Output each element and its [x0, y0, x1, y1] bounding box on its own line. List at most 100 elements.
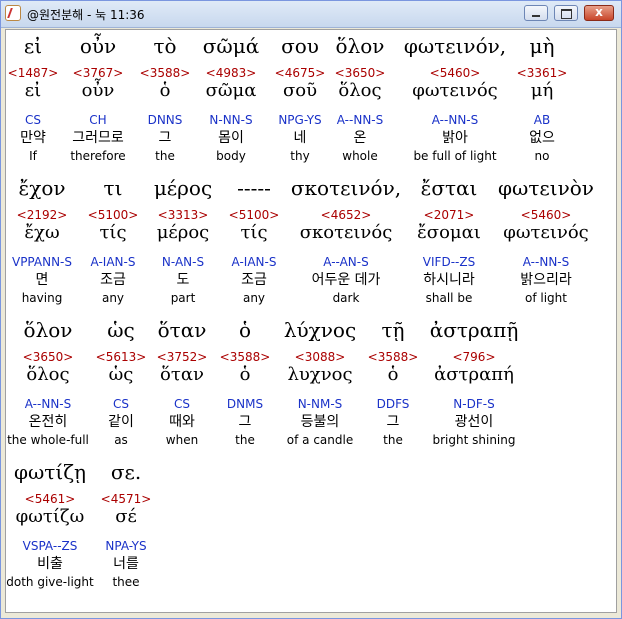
greek-lemma: οὖν [81, 80, 115, 101]
strong-number: <5613> [95, 350, 147, 364]
word-cell[interactable]: ὅλον <3650> ὅλος A--NN-S 온전히 the whole-f… [6, 318, 90, 452]
korean-gloss: 그러므로 [72, 130, 124, 146]
verse-analysis-panel: εἰ <1487> εἰ CS 만약 If οὖν <3767> οὖν CH … [5, 29, 617, 613]
greek-word: τὸ [153, 34, 177, 58]
minimize-button[interactable] [524, 5, 548, 21]
word-cell[interactable]: οὖν <3767> οὖν CH 그러므로 therefore [62, 34, 134, 168]
greek-word: σκοτεινόν, [290, 176, 402, 200]
greek-lemma: ὁ [159, 80, 171, 101]
english-gloss: the [155, 149, 175, 163]
word-cell[interactable]: μέρος <3313> μέρος N-AN-S 도 part [150, 176, 216, 310]
greek-word: λύχνος [283, 318, 357, 342]
greek-lemma: εἰ [24, 80, 42, 101]
strong-number: <3650> [22, 350, 74, 364]
korean-gloss: 너를 [113, 556, 139, 572]
word-cell[interactable]: σκοτεινόν, <4652> σκοτεινός A--AN-S 어두운 … [290, 176, 402, 310]
morphology-code: A--NN-S [522, 255, 570, 269]
greek-lemma: ὅλος [338, 80, 382, 101]
greek-word: ἔσται [420, 176, 478, 200]
korean-gloss: 조금 [241, 272, 267, 288]
strong-number: <2192> [16, 208, 68, 222]
strong-number: <3313> [157, 208, 209, 222]
korean-gloss: 온전히 [28, 414, 68, 430]
word-cell[interactable]: σῶμά <4983> σῶμα N-NN-S 몸이 body [194, 34, 268, 168]
morphology-code: VSPA--ZS [22, 539, 78, 553]
greek-word: ὁ [238, 318, 252, 342]
strong-number: <796> [452, 350, 496, 364]
english-gloss: of a candle [286, 433, 354, 447]
greek-word: σῶμά [202, 34, 260, 58]
strong-number: <3588> [367, 350, 419, 364]
word-cell[interactable]: σε. <4571> σέ NPA-YS 너를 thee [98, 460, 154, 594]
word-cell[interactable]: λύχνος <3088> λυχνος N-NM-S 등불의 of a can… [274, 318, 366, 452]
morphology-code: NPA-YS [105, 539, 147, 553]
word-cell[interactable]: ἀστραπῇ <796> ἀστραπή N-DF-S 광선이 bright … [424, 318, 524, 452]
greek-lemma: μή [530, 80, 554, 101]
greek-lemma: σέ [115, 506, 137, 527]
english-gloss: body [216, 149, 246, 163]
word-cell[interactable]: εἰ <1487> εἰ CS 만약 If [6, 34, 60, 168]
greek-word: φωτίζῃ [13, 460, 87, 484]
word-cell[interactable]: φωτεινὸν <5460> φωτεινός A--NN-S 밝으리라 of… [494, 176, 598, 310]
strong-number: <3752> [156, 350, 208, 364]
greek-word: μέρος [153, 176, 213, 200]
word-cell[interactable]: ἔσται <2071> ἔσομαι VIFD--ZS 하시니라 shall … [404, 176, 494, 310]
word-cell[interactable]: τι <5100> τίς A-IAN-S 조금 any [82, 176, 144, 310]
korean-gloss: 조금 [100, 272, 126, 288]
maximize-button[interactable] [554, 5, 578, 21]
app-icon[interactable] [5, 5, 21, 21]
english-gloss: part [170, 291, 196, 305]
greek-lemma: λυχνος [287, 364, 353, 385]
strong-number: <5100> [87, 208, 139, 222]
word-cell[interactable]: ----- <5100> τίς A-IAN-S 조금 any [222, 176, 286, 310]
greek-lemma: φωτεινός [412, 80, 498, 101]
greek-lemma: ὡς [108, 364, 134, 385]
close-button[interactable]: x [584, 5, 614, 21]
word-cell[interactable]: ὅλον <3650> ὅλος A--NN-S 온 whole [328, 34, 392, 168]
greek-word: ----- [237, 176, 271, 200]
greek-word: ἀστραπῇ [429, 318, 519, 342]
word-cell[interactable]: ὡς <5613> ὡς CS 같이 as [92, 318, 150, 452]
english-gloss: of light [525, 291, 567, 305]
english-gloss: thy [290, 149, 310, 163]
greek-word: φωτεινὸν [498, 176, 594, 200]
word-cell[interactable]: φωτεινόν, <5460> φωτεινός A--NN-S 밝아 be … [398, 34, 512, 168]
strong-number: <3650> [334, 66, 386, 80]
word-cell[interactable]: τῇ <3588> ὁ DDFS 그 the [366, 318, 420, 452]
korean-gloss: 광선이 [454, 414, 494, 430]
greek-word: οὖν [79, 34, 117, 58]
morphology-code: A-IAN-S [231, 255, 277, 269]
english-gloss: when [165, 433, 199, 447]
english-gloss: no [534, 149, 550, 163]
word-cell[interactable]: σου <4675> σοῦ NPG-YS 네 thy [268, 34, 332, 168]
greek-word: ὅταν [157, 318, 207, 342]
strong-number: <1487> [7, 66, 59, 80]
strong-number: <3588> [139, 66, 191, 80]
korean-gloss: 그 [386, 414, 400, 430]
english-gloss: having [21, 291, 63, 305]
english-gloss: the [235, 433, 255, 447]
english-gloss: any [101, 291, 125, 305]
greek-lemma: ὁ [239, 364, 251, 385]
english-gloss: any [242, 291, 266, 305]
app-window: @원전분해 - 눅 11:36 x εἰ <1487> εἰ CS 만약 If … [0, 0, 622, 619]
word-cell[interactable]: μὴ <3361> μή AB 없으 no [514, 34, 570, 168]
greek-word: τῇ [381, 318, 405, 342]
word-cell[interactable]: ἔχον <2192> ἔχω VPPANN-S 면 having [6, 176, 78, 310]
english-gloss: thee [112, 575, 140, 589]
word-cell[interactable]: ὅταν <3752> ὅταν CS 때와 when [150, 318, 214, 452]
word-cell[interactable]: τὸ <3588> ὁ DNNS 그 the [136, 34, 194, 168]
title-bar[interactable]: @원전분해 - 눅 11:36 x [1, 1, 621, 28]
greek-lemma: ὅταν [160, 364, 204, 385]
korean-gloss: 온 [353, 130, 367, 146]
english-gloss: bright shining [432, 433, 516, 447]
korean-gloss: 등불의 [300, 414, 340, 430]
greek-word: φωτεινόν, [403, 34, 507, 58]
word-cell[interactable]: φωτίζῃ <5461> φωτίζω VSPA--ZS 비출 doth gi… [6, 460, 94, 594]
strong-number: <4652> [320, 208, 372, 222]
morphology-code: A--NN-S [336, 113, 384, 127]
word-cell[interactable]: ὁ <3588> ὁ DNMS 그 the [218, 318, 272, 452]
greek-lemma: σῶμα [205, 80, 257, 101]
korean-gloss: 어두운 데가 [311, 272, 381, 288]
window-title: @원전분해 - 눅 11:36 [27, 8, 145, 22]
